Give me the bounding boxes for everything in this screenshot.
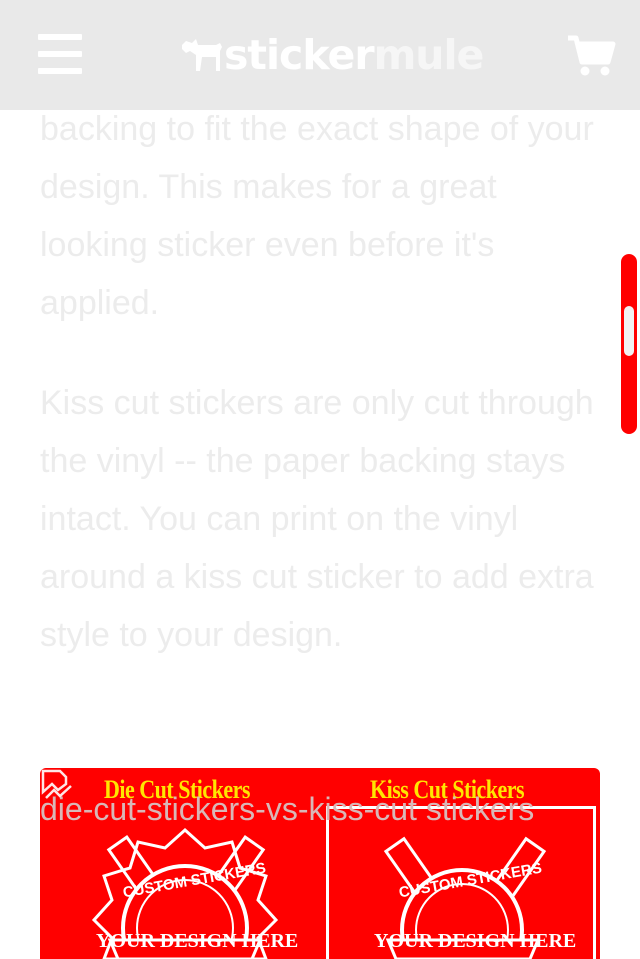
hamburger-menu-icon[interactable] [38, 34, 82, 74]
comparison-image: Die Cut Stickers Kiss Cut Stickers CUSTO… [40, 768, 600, 959]
top-nav-bar: stickermule [0, 0, 640, 110]
shopping-cart-icon[interactable] [566, 34, 616, 78]
paragraph-kiss-cut: Kiss cut stickers are only cut through t… [40, 384, 594, 654]
image-alt-text: die-cut-stickers-vs-kiss-cut stickers [40, 791, 535, 827]
scrollbar-thumb[interactable] [624, 306, 634, 356]
logo-wordmark: stickermule [224, 30, 484, 79]
article-body: backing to fit the exact shape of your d… [40, 100, 610, 664]
scrollbar[interactable] [621, 254, 637, 434]
left-sticker-banner-text: YOUR DESIGN HERE [96, 930, 299, 952]
stickermule-logo[interactable]: stickermule [180, 30, 484, 80]
mule-icon [182, 39, 222, 71]
broken-image-icon [41, 769, 72, 799]
right-sticker-banner-text: YOUR DESIGN HERE [374, 930, 577, 952]
paragraph-die-cut: backing to fit the exact shape of your d… [40, 110, 594, 322]
